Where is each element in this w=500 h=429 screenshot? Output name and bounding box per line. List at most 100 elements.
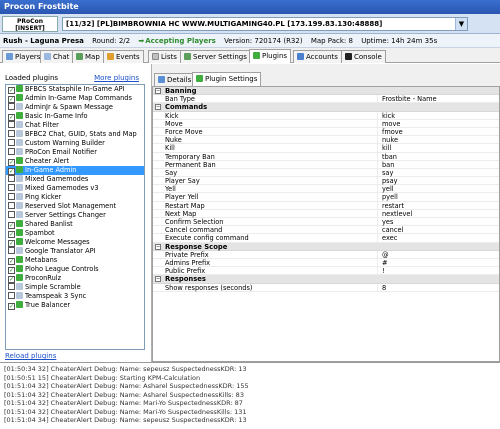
collapse-icon[interactable]: − xyxy=(155,276,161,283)
tab-plugin-settings[interactable]: Plugin Settings xyxy=(192,72,262,86)
checkbox-checked[interactable]: ✓ xyxy=(8,258,15,265)
checkbox-unchecked[interactable] xyxy=(8,103,15,110)
checkbox-checked[interactable]: ✓ xyxy=(8,276,15,283)
tab-console[interactable]: Console xyxy=(341,50,386,63)
grid-category[interactable]: − Responses xyxy=(153,275,499,284)
collapse-icon[interactable]: − xyxy=(155,88,161,94)
grid-row[interactable]: Temporary Ban tban xyxy=(153,152,499,161)
grid-row[interactable]: Move move xyxy=(153,119,499,128)
setting-value[interactable]: Frostbite - Name xyxy=(377,95,497,104)
tab-events[interactable]: Events xyxy=(103,50,144,63)
grid-row[interactable]: Player Say psay xyxy=(153,177,499,186)
grid-row[interactable]: Show responses (seconds) 8 xyxy=(153,283,499,292)
plugin-list-item[interactable]: Google Translator API xyxy=(6,247,144,256)
setting-value[interactable]: # xyxy=(377,258,497,267)
tab-plugins[interactable]: Plugins xyxy=(249,49,292,63)
setting-value[interactable]: kick xyxy=(377,111,497,120)
grid-row[interactable]: Private Prefix @ xyxy=(153,250,499,259)
setting-value[interactable]: ban xyxy=(377,160,497,169)
plugin-list-item[interactable]: BFBC2 Chat, GUID, Stats and Map xyxy=(6,130,144,139)
tab-details[interactable]: Details xyxy=(154,73,196,86)
plugin-list-item[interactable]: Simple Scramble xyxy=(6,283,144,292)
grid-row[interactable]: Player Yell pyell xyxy=(153,193,499,202)
more-plugins-link[interactable]: More plugins xyxy=(94,74,139,82)
checkbox-unchecked[interactable] xyxy=(8,139,15,146)
checkbox-unchecked[interactable] xyxy=(8,283,15,290)
checkbox-checked[interactable]: ✓ xyxy=(8,114,15,121)
plugin-list-item[interactable]: ✓ Admin In-Game Map Commands xyxy=(6,94,144,103)
setting-value[interactable]: cancel xyxy=(377,226,497,235)
tab-lists[interactable]: Lists xyxy=(148,50,181,63)
setting-value[interactable]: tban xyxy=(377,152,497,161)
checkbox-checked[interactable]: ✓ xyxy=(8,267,15,274)
grid-row[interactable]: Confirm Selection yes xyxy=(153,218,499,227)
reload-plugins-link[interactable]: Reload plugins xyxy=(5,352,56,360)
setting-value[interactable]: say xyxy=(377,168,497,177)
plugin-list-item[interactable]: ✓ BFBCS Statsphile In-Game API xyxy=(6,85,144,94)
setting-value[interactable]: yell xyxy=(377,185,497,194)
checkbox-checked[interactable]: ✓ xyxy=(8,303,15,310)
plugin-list-item[interactable]: AdminJr & Spawn Message xyxy=(6,103,144,112)
plugin-list-item[interactable]: ✓ Cheater Alert xyxy=(6,157,144,166)
checkbox-checked[interactable]: ✓ xyxy=(8,240,15,247)
plugin-list-item[interactable]: ✓ Ploho League Controls xyxy=(6,265,144,274)
checkbox-unchecked[interactable] xyxy=(8,148,15,155)
grid-row[interactable]: Public Prefix! xyxy=(153,267,499,276)
grid-row[interactable]: Nuke nuke xyxy=(153,136,499,145)
plugin-list-item[interactable]: ✓ Spambot xyxy=(6,229,144,238)
checkbox-unchecked[interactable] xyxy=(8,121,15,128)
checkbox-checked[interactable]: ✓ xyxy=(8,96,15,103)
grid-row[interactable]: Admins Prefix # xyxy=(153,258,499,268)
plugin-list-item[interactable]: Mixed Gamemodes v3 xyxy=(6,184,144,193)
plugin-list-item[interactable]: Ping Kicker xyxy=(6,193,144,202)
grid-row[interactable]: Force Move fmove xyxy=(153,127,499,137)
grid-row[interactable]: Execute config command exec xyxy=(153,234,499,243)
plugin-list-item[interactable]: Mixed Gamemodes xyxy=(6,175,144,184)
setting-value[interactable]: nuke xyxy=(377,136,497,145)
grid-row[interactable]: Yell yell xyxy=(153,185,499,194)
checkbox-checked[interactable]: ✓ xyxy=(8,168,15,175)
grid-row[interactable]: Restart Map restart xyxy=(153,201,499,210)
setting-value[interactable]: nextlevel xyxy=(377,209,497,218)
plugin-list-item[interactable]: Custom Warning Builder xyxy=(6,139,144,148)
plugin-list-item[interactable]: Server Settings Changer xyxy=(6,211,144,220)
plugin-list[interactable]: ✓ BFBCS Statsphile In-Game API ✓ Admin In-G… xyxy=(5,84,145,350)
grid-category[interactable]: − Banning xyxy=(153,87,499,96)
checkbox-checked[interactable]: ✓ xyxy=(8,87,15,94)
plugin-list-item[interactable]: Teamspeak 3 Sync xyxy=(6,292,144,301)
setting-value[interactable]: restart xyxy=(377,201,497,210)
setting-value[interactable]: yes xyxy=(377,218,497,226)
grid-row[interactable]: Say say xyxy=(153,168,499,178)
tab-chat[interactable]: Chat xyxy=(40,50,74,63)
checkbox-unchecked[interactable] xyxy=(8,202,15,209)
collapse-icon[interactable]: − xyxy=(155,243,161,250)
checkbox-unchecked[interactable] xyxy=(8,211,15,218)
checkbox-unchecked[interactable] xyxy=(8,175,15,182)
plugin-list-item[interactable]: ✓ True Balancer xyxy=(6,301,144,310)
setting-value[interactable]: ! xyxy=(377,267,497,276)
collapse-icon[interactable]: − xyxy=(155,104,161,111)
setting-value[interactable]: exec xyxy=(377,234,497,243)
plugin-list-item[interactable]: ✓ Basic In-Game Info xyxy=(6,112,144,121)
checkbox-checked[interactable]: ✓ xyxy=(8,222,15,229)
grid-row[interactable]: Kick kick xyxy=(153,111,499,120)
grid-row[interactable]: Kill kill xyxy=(153,144,499,153)
grid-category[interactable]: − Response Scope xyxy=(153,242,499,251)
plugin-list-item[interactable]: ✓ Welcome Messages xyxy=(6,238,144,247)
plugin-list-item[interactable]: ✓ ProconRulz xyxy=(6,274,144,283)
tab-server-settings[interactable]: Server Settings xyxy=(180,50,251,63)
grid-row[interactable]: Permanent Ban ban xyxy=(153,160,499,169)
checkbox-checked[interactable]: ✓ xyxy=(8,159,15,166)
setting-value[interactable]: fmove xyxy=(377,127,497,136)
checkbox-checked[interactable]: ✓ xyxy=(8,231,15,238)
plugin-list-item[interactable]: PRoCon Email Notifier xyxy=(6,148,144,157)
tab-map[interactable]: Map xyxy=(72,50,104,63)
setting-value[interactable]: psay xyxy=(377,177,497,186)
tab-players[interactable]: Players xyxy=(2,50,45,63)
setting-value[interactable]: kill xyxy=(377,144,497,153)
setting-value[interactable]: 8 xyxy=(377,283,497,292)
tab-accounts[interactable]: Accounts xyxy=(293,50,342,63)
checkbox-unchecked[interactable] xyxy=(8,247,15,254)
checkbox-unchecked[interactable] xyxy=(8,193,15,200)
plugin-list-item[interactable]: ✓ In-Game Admin xyxy=(6,166,144,175)
